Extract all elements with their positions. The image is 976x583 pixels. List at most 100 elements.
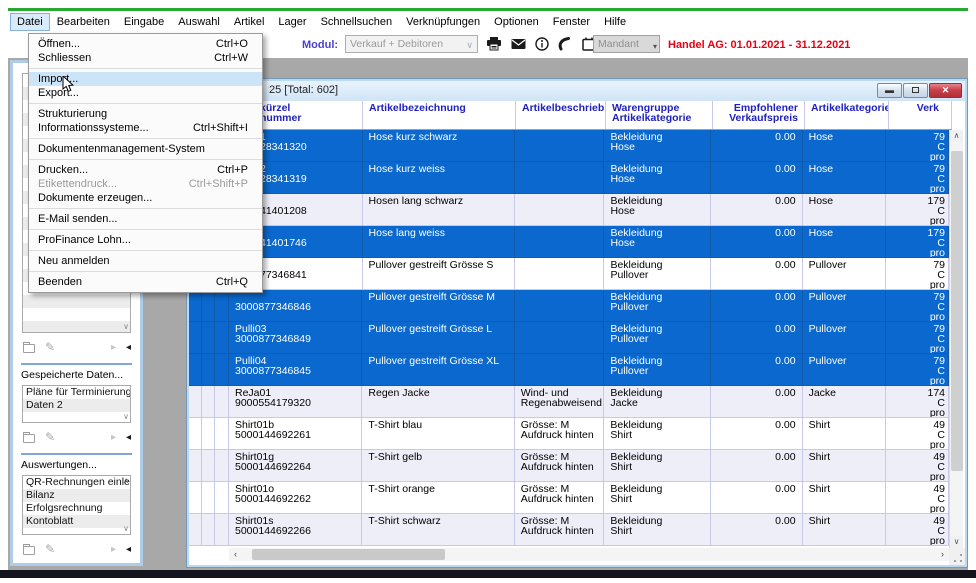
table-row[interactable]: ReJa019000554179320Regen JackeWind- undR… xyxy=(189,386,949,418)
menubar-item-lager[interactable]: Lager xyxy=(271,13,313,31)
menu-item-strukturierung[interactable]: Strukturierung xyxy=(29,107,262,121)
article-list-window: 25 [Total: 602] ▬ ✕ kürzelnummerArtikelb… xyxy=(186,78,968,568)
table-cell: BekleidungPullover xyxy=(604,290,711,321)
table-row[interactable]: 3000877346846Pullover gestreift Grösse M… xyxy=(189,290,949,322)
table-row[interactable]: Shirt01b5000144692261T-Shirt blauGrösse:… xyxy=(189,418,949,450)
menubar-item-artikel[interactable]: Artikel xyxy=(227,13,272,31)
menu-item-informationssysteme[interactable]: Informationssysteme...Ctrl+Shift+I xyxy=(29,121,262,135)
header-cell[interactable]: Artikelkategorie xyxy=(805,101,889,129)
menu-item-profinancelohn[interactable]: ProFinance Lohn... xyxy=(29,233,262,247)
table-row[interactable]: Shirt01o5000144692262T-Shirt orangeGröss… xyxy=(189,482,949,514)
table-cell: T-Shirt gelb xyxy=(362,450,514,481)
horizontal-scrollbar[interactable]: ‹ › xyxy=(189,548,949,561)
collapse-left-icon[interactable]: ◂ xyxy=(126,342,131,353)
info-icon[interactable] xyxy=(535,37,549,51)
header-cell[interactable]: Verk xyxy=(889,101,952,129)
list-item[interactable]: Erfolgsrechnung xyxy=(23,502,130,515)
folder-icon[interactable] xyxy=(23,434,35,443)
scroll-up-icon[interactable]: ∧ xyxy=(950,130,963,142)
table-row[interactable]: 41401208Hosen lang schwarzBekleidungHose… xyxy=(189,194,949,226)
header-text: nummer xyxy=(260,113,356,123)
phone-icon[interactable] xyxy=(558,37,573,51)
edit-pencil-icon[interactable]: ✎ xyxy=(45,340,55,354)
printer-icon[interactable] xyxy=(486,36,502,51)
edit-pencil-icon[interactable]: ✎ xyxy=(45,542,55,556)
scroll-down-icon[interactable]: ∨ xyxy=(123,525,129,533)
table-cell: Pullover gestreift Grösse XL xyxy=(362,354,514,385)
table-row[interactable]: 77346841Pullover gestreift Grösse SBekle… xyxy=(189,258,949,290)
header-cell[interactable]: Artikelbeschrieb xyxy=(516,101,606,129)
menu-item-emailsenden[interactable]: E-Mail senden... xyxy=(29,212,262,226)
cell-text: T-Shirt orange xyxy=(368,484,507,494)
minimize-button[interactable]: ▬ xyxy=(877,83,902,98)
menubar-item-datei[interactable]: Datei xyxy=(10,13,50,31)
table-cell xyxy=(515,290,605,321)
close-button[interactable]: ✕ xyxy=(929,83,962,98)
menu-item-shortcut: Ctrl+O xyxy=(216,37,262,51)
modul-select[interactable]: Verkauf + Debitoren ∨ xyxy=(345,35,478,53)
company-period-text: Handel AG: 01.01.2021 - 31.12.2021 xyxy=(668,39,850,51)
vscroll-thumb[interactable] xyxy=(951,151,963,471)
header-cell[interactable]: WarengruppeArtikelkategorie xyxy=(606,101,713,129)
table-row[interactable]: 128341320Hose kurz schwarzBekleidungHose… xyxy=(189,130,949,162)
menubar-item-eingabe[interactable]: Eingabe xyxy=(117,13,171,31)
list-item[interactable]: Daten 2 xyxy=(23,399,130,412)
menubar-item-bearbeiten[interactable]: Bearbeiten xyxy=(50,13,117,31)
menubar-item-fenster[interactable]: Fenster xyxy=(546,13,597,31)
window-titlebar[interactable]: 25 [Total: 602] ▬ ✕ xyxy=(189,81,965,101)
table-row[interactable]: 41401746Hose lang weissBekleidungHose0.0… xyxy=(189,226,949,258)
scroll-down-icon[interactable]: ∨ xyxy=(123,413,129,421)
menu-separator xyxy=(29,68,262,69)
maximize-button[interactable] xyxy=(903,83,928,98)
reports-list[interactable]: ∧ QR-Rechnungen einlesenBilanzErfolgsrec… xyxy=(22,475,131,535)
table-row[interactable]: 228341319Hose kurz weissBekleidungHose0.… xyxy=(189,162,949,194)
scroll-right-icon[interactable]: › xyxy=(936,548,949,561)
folder-icon[interactable] xyxy=(23,344,35,353)
expand-right-icon[interactable]: ▸ xyxy=(111,342,116,353)
table-cell: Pullover gestreift Grösse S xyxy=(363,258,515,289)
menu-item-etikettendruck[interactable]: Etikettendruck...Ctrl+Shift+P xyxy=(29,177,262,191)
scroll-down-icon[interactable]: ∨ xyxy=(123,323,129,331)
menubar-item-schnellsuchen[interactable]: Schnellsuchen xyxy=(314,13,400,31)
table-row[interactable]: Pulli033000877346849Pullover gestreift G… xyxy=(189,322,949,354)
menubar-item-optionen[interactable]: Optionen xyxy=(487,13,546,31)
table-row[interactable]: Shirt01g5000144692264T-Shirt gelbGrösse:… xyxy=(189,450,949,482)
menu-item-beenden[interactable]: BeendenCtrl+Q xyxy=(29,275,262,289)
menu-item-ffnen[interactable]: Öffnen...Ctrl+O xyxy=(29,37,262,51)
table-row[interactable]: Pulli043000877346845Pullover gestreift G… xyxy=(189,354,949,386)
menubar-item-hilfe[interactable]: Hilfe xyxy=(597,13,633,31)
table-cell: 49Cpro xyxy=(886,482,949,513)
hscroll-thumb[interactable] xyxy=(252,549,445,560)
collapse-left-icon[interactable]: ◂ xyxy=(126,544,131,555)
resize-grip-icon[interactable] xyxy=(953,553,963,563)
list-item[interactable]: Kontoblatt xyxy=(23,515,130,528)
list-item[interactable]: QR-Rechnungen einlesen xyxy=(23,476,130,489)
header-cell[interactable]: EmpfohlenerVerkaufspreis xyxy=(713,101,805,129)
menu-item-label: Schliessen xyxy=(38,51,91,65)
menu-item-dokumentenmanagementsystem[interactable]: Dokumentenmanagement-System xyxy=(29,142,262,156)
saved-data-list[interactable]: Pläne für TerminierungDaten 2∨ xyxy=(22,385,131,423)
table-row[interactable]: Shirt01s5000144692266T-Shirt schwarzGrös… xyxy=(189,514,949,546)
vertical-scrollbar[interactable]: ∧ ∨ xyxy=(949,130,963,548)
menu-item-schliessen[interactable]: SchliessenCtrl+W xyxy=(29,51,262,65)
menu-item-neuanmelden[interactable]: Neu anmelden xyxy=(29,254,262,268)
expand-right-icon[interactable]: ▸ xyxy=(111,432,116,443)
mandant-select[interactable]: Mandant ▾ xyxy=(593,35,660,53)
menu-item-dokumenteerzeugen[interactable]: Dokumente erzeugen... xyxy=(29,191,262,205)
edit-pencil-icon[interactable]: ✎ xyxy=(45,430,55,444)
header-text: Artikelbezeichnung xyxy=(369,103,509,113)
header-cell[interactable]: Artikelbezeichnung xyxy=(363,101,516,129)
table-cell: BekleidungShirt xyxy=(604,418,711,449)
collapse-left-icon[interactable]: ◂ xyxy=(126,432,131,443)
menubar-item-auswahl[interactable]: Auswahl xyxy=(171,13,227,31)
cell-text: 0.00 xyxy=(717,132,796,142)
menu-item-drucken[interactable]: Drucken...Ctrl+P xyxy=(29,163,262,177)
scroll-left-icon[interactable]: ‹ xyxy=(229,548,242,561)
list-item[interactable]: Pläne für Terminierung xyxy=(23,386,130,399)
scroll-down-icon[interactable]: ∨ xyxy=(950,536,963,548)
expand-right-icon[interactable]: ▸ xyxy=(111,544,116,555)
menubar-item-verknüpfungen[interactable]: Verknüpfungen xyxy=(399,13,487,31)
folder-icon[interactable] xyxy=(23,546,35,555)
mail-icon[interactable] xyxy=(511,38,526,50)
list-item[interactable]: Bilanz xyxy=(23,489,130,502)
